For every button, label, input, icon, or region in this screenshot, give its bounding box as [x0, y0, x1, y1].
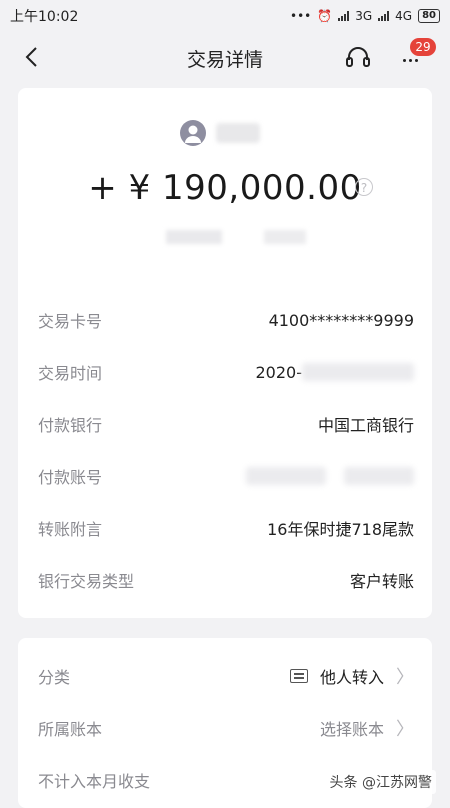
- more-dots-icon: •••: [290, 9, 312, 23]
- row-payer-account: 付款账号: [38, 464, 414, 488]
- more-dot-icon: [402, 58, 406, 62]
- user-icon: [185, 125, 201, 143]
- status-bar: 上午10:02 ••• ⏰ 3G 4G 80: [0, 0, 450, 32]
- status-time: 上午10:02: [10, 9, 79, 25]
- ledger-row[interactable]: 所属账本 选择账本 〉: [38, 716, 414, 740]
- help-icon[interactable]: ?: [355, 178, 373, 196]
- row-payer-bank: 付款银行 中国工商银行: [38, 412, 414, 436]
- headset-icon: [346, 47, 370, 67]
- page-title: 交易详情: [186, 48, 263, 71]
- nav-bar: 交易详情: [0, 32, 450, 84]
- back-button[interactable]: [18, 44, 44, 70]
- row-transfer-memo: 转账附言 16年保时捷718尾款: [38, 516, 414, 540]
- row-value: 中国工商银行: [317, 416, 414, 435]
- row-value: 2020-: [255, 362, 303, 382]
- account-redacted-2: [344, 467, 414, 485]
- row-value: 16年保时捷718尾款: [267, 520, 414, 539]
- row-card-number: 交易卡号 4100********9999: [38, 308, 414, 332]
- row-value: 客户转账: [349, 572, 414, 591]
- ledger-value: 选择账本: [319, 720, 384, 739]
- chevron-left-icon: [25, 47, 37, 67]
- account-redacted: [246, 467, 326, 485]
- network-2-label: 4G: [395, 9, 413, 23]
- row-label: 银行交易类型: [38, 572, 135, 591]
- time-redacted: [302, 363, 414, 381]
- row-label: 付款银行: [38, 416, 103, 435]
- chevron-right-icon: 〉: [396, 667, 414, 688]
- notification-badge: 29: [410, 38, 436, 56]
- row-label: 交易卡号: [38, 312, 103, 331]
- category-icon: [289, 669, 308, 683]
- row-transaction-time: 交易时间 2020-: [38, 360, 414, 384]
- chevron-right-icon: 〉: [396, 719, 414, 740]
- avatar: [180, 120, 206, 146]
- status-icons: ••• ⏰ 3G 4G 80: [290, 9, 440, 23]
- payer-info: [180, 120, 260, 146]
- row-value: 4100********9999: [268, 310, 414, 330]
- payer-detail-redacted: [166, 230, 306, 244]
- category-row[interactable]: 分类 他人转入 〉: [38, 664, 414, 688]
- row-label: 付款账号: [38, 468, 103, 487]
- exclude-label: 不计入本月收支: [38, 772, 151, 791]
- alarm-icon: ⏰: [317, 9, 333, 23]
- watermark: 头条 @江苏网警: [325, 770, 436, 794]
- network-1-label: 3G: [355, 9, 373, 23]
- transaction-card: + ¥ 190,000.00 ? 交易卡号 4100********9999 交…: [18, 88, 432, 618]
- signal-icon: [338, 11, 350, 21]
- row-bank-transaction-type: 银行交易类型 客户转账: [38, 568, 414, 592]
- customer-service-button[interactable]: [344, 44, 372, 72]
- signal-icon-2: [378, 11, 390, 21]
- category-value: 他人转入: [319, 668, 384, 687]
- row-label: 交易时间: [38, 364, 103, 383]
- row-label: 转账附言: [38, 520, 103, 539]
- battery-indicator: 80: [418, 9, 440, 23]
- payer-name-redacted: [216, 123, 260, 143]
- ledger-label: 所属账本: [38, 720, 103, 739]
- category-label: 分类: [38, 668, 71, 687]
